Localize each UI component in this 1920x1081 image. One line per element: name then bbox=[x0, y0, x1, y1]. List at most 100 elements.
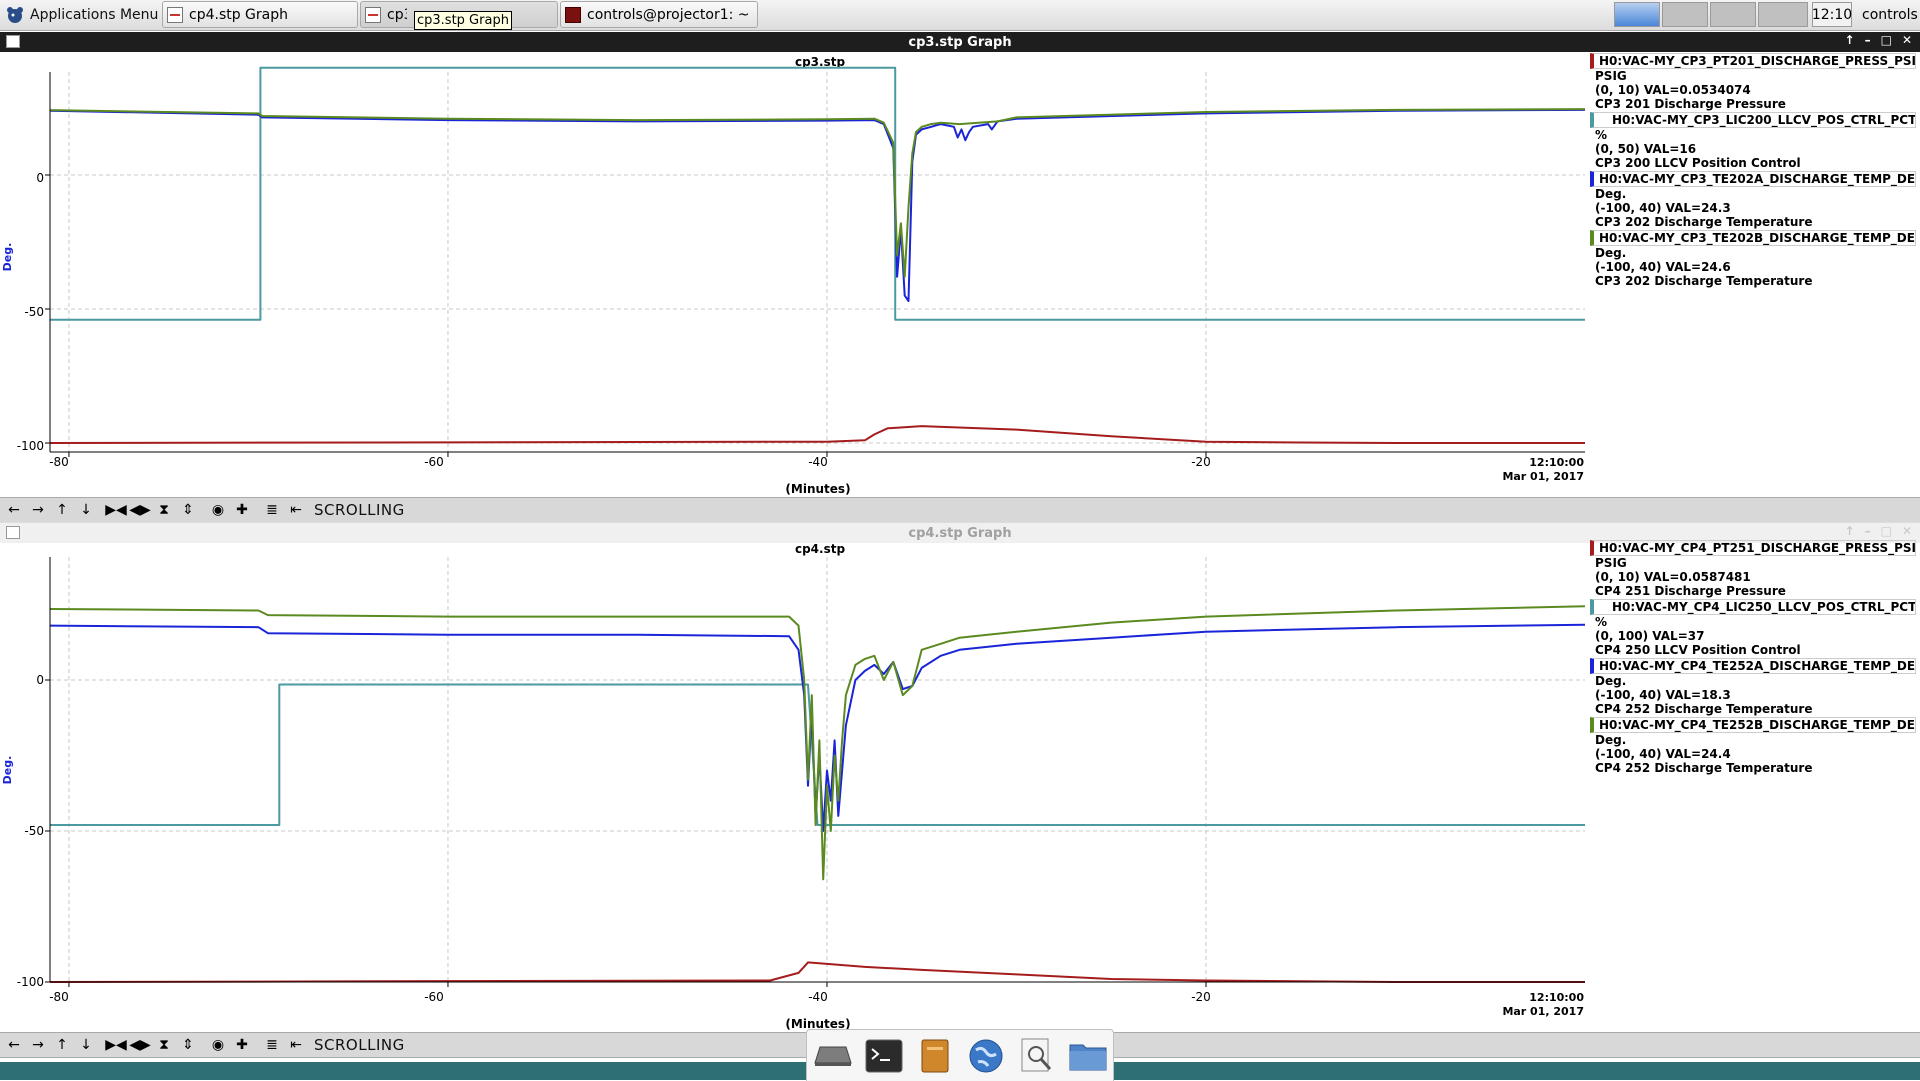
minimize-icon[interactable]: – bbox=[1865, 524, 1871, 538]
scroll-up-icon[interactable]: ↑ bbox=[52, 1035, 72, 1055]
close-icon[interactable]: ✕ bbox=[1902, 524, 1912, 538]
back-icon[interactable]: ⇤ bbox=[286, 500, 306, 520]
task-cp4-graph[interactable]: cp4.stp Graph bbox=[162, 1, 358, 28]
workspace-4[interactable] bbox=[1758, 2, 1808, 27]
series-line[interactable] bbox=[49, 425, 1585, 444]
legend-entry[interactable]: H0:VAC-MY_CP3_TE202A_DISCHARGE_TEMP_DEGC… bbox=[1590, 171, 1920, 229]
terminal-icon bbox=[565, 6, 581, 23]
maximize-icon[interactable]: □ bbox=[1881, 33, 1892, 47]
scroll-down-icon[interactable]: ↓ bbox=[76, 500, 96, 520]
legend-unit: % bbox=[1595, 128, 1608, 142]
zoom-out-y-icon[interactable]: ⇕ bbox=[178, 1035, 198, 1055]
file-manager-icon[interactable] bbox=[915, 1036, 955, 1076]
stagger-icon[interactable]: ≣ bbox=[262, 1035, 282, 1055]
task-terminal[interactable]: controls@projector1: ~ bbox=[560, 1, 758, 28]
legend-range: (0, 50) VAL=16 bbox=[1595, 142, 1697, 156]
legend-series-name[interactable]: H0:VAC-MY_CP3_TE202A_DISCHARGE_TEMP_DEGC bbox=[1590, 171, 1916, 187]
legend-series-name[interactable]: H0:VAC-MY_CP3_TE202B_DISCHARGE_TEMP_DEGC bbox=[1590, 230, 1916, 246]
graph-toolbar: ← → ↑ ↓ ▶◀ ◀▶ ⧗ ⇕ ◉ ✚ ≣ ⇤ SCROLLING bbox=[0, 497, 1920, 523]
legend-series-name[interactable]: H0:VAC-MY_CP3_LIC200_LLCV_POS_CTRL_PCT bbox=[1590, 112, 1916, 128]
y-tick-label: -50 bbox=[24, 824, 44, 838]
legend-entry[interactable]: H0:VAC-MY_CP4_LIC250_LLCV_POS_CTRL_PCT %… bbox=[1590, 599, 1920, 657]
shade-icon[interactable]: ↑ bbox=[1845, 524, 1855, 538]
legend-range: (-100, 40) VAL=24.6 bbox=[1595, 260, 1731, 274]
series-line[interactable] bbox=[49, 961, 1585, 983]
series-line[interactable] bbox=[49, 108, 1586, 278]
scroll-left-icon[interactable]: ← bbox=[4, 1035, 24, 1055]
legend-series-name[interactable]: H0:VAC-MY_CP4_PT251_DISCHARGE_PRESS_PSIG bbox=[1590, 540, 1916, 556]
zoom-in-y-icon[interactable]: ⧗ bbox=[154, 1035, 174, 1055]
x-tick-label: -20 bbox=[1191, 455, 1211, 469]
series-line[interactable] bbox=[50, 66, 1585, 321]
series-line[interactable] bbox=[49, 108, 1586, 302]
legend-range: (0, 100) VAL=37 bbox=[1595, 629, 1705, 643]
scrolling-status: SCROLLING bbox=[314, 1036, 405, 1054]
x-tick-label: -20 bbox=[1191, 990, 1211, 1004]
user-label[interactable]: controls bbox=[1862, 0, 1918, 29]
auto-zoom-icon[interactable]: ◉ bbox=[208, 500, 228, 520]
xfce-mouse-icon bbox=[7, 6, 23, 23]
crosshair-icon[interactable]: ✚ bbox=[232, 500, 252, 520]
close-icon[interactable]: ✕ bbox=[1902, 33, 1912, 47]
legend-desc: CP3 202 Discharge Temperature bbox=[1595, 215, 1813, 229]
x-tick-label: -80 bbox=[49, 990, 69, 1004]
y-tick-label: 0 bbox=[36, 171, 44, 185]
scroll-down-icon[interactable]: ↓ bbox=[76, 1035, 96, 1055]
auto-zoom-icon[interactable]: ◉ bbox=[208, 1035, 228, 1055]
show-desktop-icon[interactable] bbox=[813, 1036, 853, 1076]
zoom-in-x-icon[interactable]: ▶◀ bbox=[105, 1035, 127, 1055]
scroll-right-icon[interactable]: → bbox=[28, 500, 48, 520]
legend-range: (-100, 40) VAL=18.3 bbox=[1595, 688, 1731, 702]
graph-icon bbox=[365, 6, 381, 23]
app-finder-icon[interactable] bbox=[1017, 1036, 1057, 1076]
window-menu-icon[interactable] bbox=[6, 35, 20, 48]
stagger-icon[interactable]: ≣ bbox=[262, 500, 282, 520]
folder-icon[interactable] bbox=[1068, 1036, 1108, 1076]
legend-entry[interactable]: H0:VAC-MY_CP4_TE252A_DISCHARGE_TEMP_DEGC… bbox=[1590, 658, 1920, 716]
legend-entry[interactable]: H0:VAC-MY_CP3_PT201_DISCHARGE_PRESS_PSIG… bbox=[1590, 53, 1920, 111]
legend-entry[interactable]: H0:VAC-MY_CP4_TE252B_DISCHARGE_TEMP_DEGC… bbox=[1590, 717, 1920, 775]
workspace-2[interactable] bbox=[1662, 2, 1708, 27]
window-titlebar-cp3[interactable]: cp3.stp Graph ↑ – □ ✕ bbox=[0, 32, 1920, 52]
legend-entry[interactable]: H0:VAC-MY_CP4_PT251_DISCHARGE_PRESS_PSIG… bbox=[1590, 540, 1920, 598]
legend-series-name[interactable]: H0:VAC-MY_CP4_LIC250_LLCV_POS_CTRL_PCT bbox=[1590, 599, 1916, 615]
web-browser-icon[interactable] bbox=[966, 1036, 1006, 1076]
plot-area[interactable]: 0 -50 -100 Deg. -80 -60 -40 -20 12:10:00… bbox=[0, 542, 1590, 1032]
scroll-up-icon[interactable]: ↑ bbox=[52, 500, 72, 520]
legend-series-name[interactable]: H0:VAC-MY_CP4_TE252A_DISCHARGE_TEMP_DEGC bbox=[1590, 658, 1916, 674]
task-label: cp4.stp Graph bbox=[189, 6, 289, 23]
applications-menu-button[interactable]: Applications Menu bbox=[4, 1, 158, 28]
task-label: controls@projector1: ~ bbox=[587, 6, 750, 23]
zoom-out-y-icon[interactable]: ⇕ bbox=[178, 500, 198, 520]
plot-area[interactable]: 0 -50 -100 Deg. -80 -60 -40 -20 12:10:00… bbox=[0, 52, 1590, 497]
scrolling-status: SCROLLING bbox=[314, 501, 405, 519]
zoom-in-y-icon[interactable]: ⧗ bbox=[154, 500, 174, 520]
shade-icon[interactable]: ↑ bbox=[1845, 33, 1855, 47]
window-menu-icon[interactable] bbox=[6, 526, 20, 539]
date-label: Mar 01, 2017 bbox=[1502, 470, 1584, 483]
scroll-left-icon[interactable]: ← bbox=[4, 500, 24, 520]
scroll-right-icon[interactable]: → bbox=[28, 1035, 48, 1055]
clock[interactable]: 12:10 bbox=[1812, 2, 1852, 27]
legend-series-name[interactable]: H0:VAC-MY_CP4_TE252B_DISCHARGE_TEMP_DEGC bbox=[1590, 717, 1916, 733]
back-icon[interactable]: ⇤ bbox=[286, 1035, 306, 1055]
y-tick-label: 0 bbox=[36, 673, 44, 687]
legend-range: (-100, 40) VAL=24.3 bbox=[1595, 201, 1731, 215]
time-label: 12:10:00 bbox=[1529, 456, 1584, 469]
minimize-icon[interactable]: – bbox=[1865, 33, 1871, 47]
legend-desc: CP3 202 Discharge Temperature bbox=[1595, 274, 1813, 288]
zoom-out-x-icon[interactable]: ◀▶ bbox=[129, 500, 151, 520]
time-label: 12:10:00 bbox=[1529, 991, 1584, 1004]
workspace-3[interactable] bbox=[1710, 2, 1756, 27]
crosshair-icon[interactable]: ✚ bbox=[232, 1035, 252, 1055]
legend-entry[interactable]: H0:VAC-MY_CP3_TE202B_DISCHARGE_TEMP_DEGC… bbox=[1590, 230, 1920, 288]
legend-entry[interactable]: H0:VAC-MY_CP3_LIC200_LLCV_POS_CTRL_PCT %… bbox=[1590, 112, 1920, 170]
maximize-icon[interactable]: □ bbox=[1881, 524, 1892, 538]
terminal-icon[interactable] bbox=[864, 1036, 904, 1076]
x-tick-label: -60 bbox=[424, 990, 444, 1004]
zoom-in-x-icon[interactable]: ▶◀ bbox=[105, 500, 127, 520]
zoom-out-x-icon[interactable]: ◀▶ bbox=[129, 1035, 151, 1055]
legend-series-name[interactable]: H0:VAC-MY_CP3_PT201_DISCHARGE_PRESS_PSIG bbox=[1590, 53, 1916, 69]
workspace-1[interactable] bbox=[1614, 2, 1660, 27]
legend-unit: PSIG bbox=[1595, 69, 1627, 83]
